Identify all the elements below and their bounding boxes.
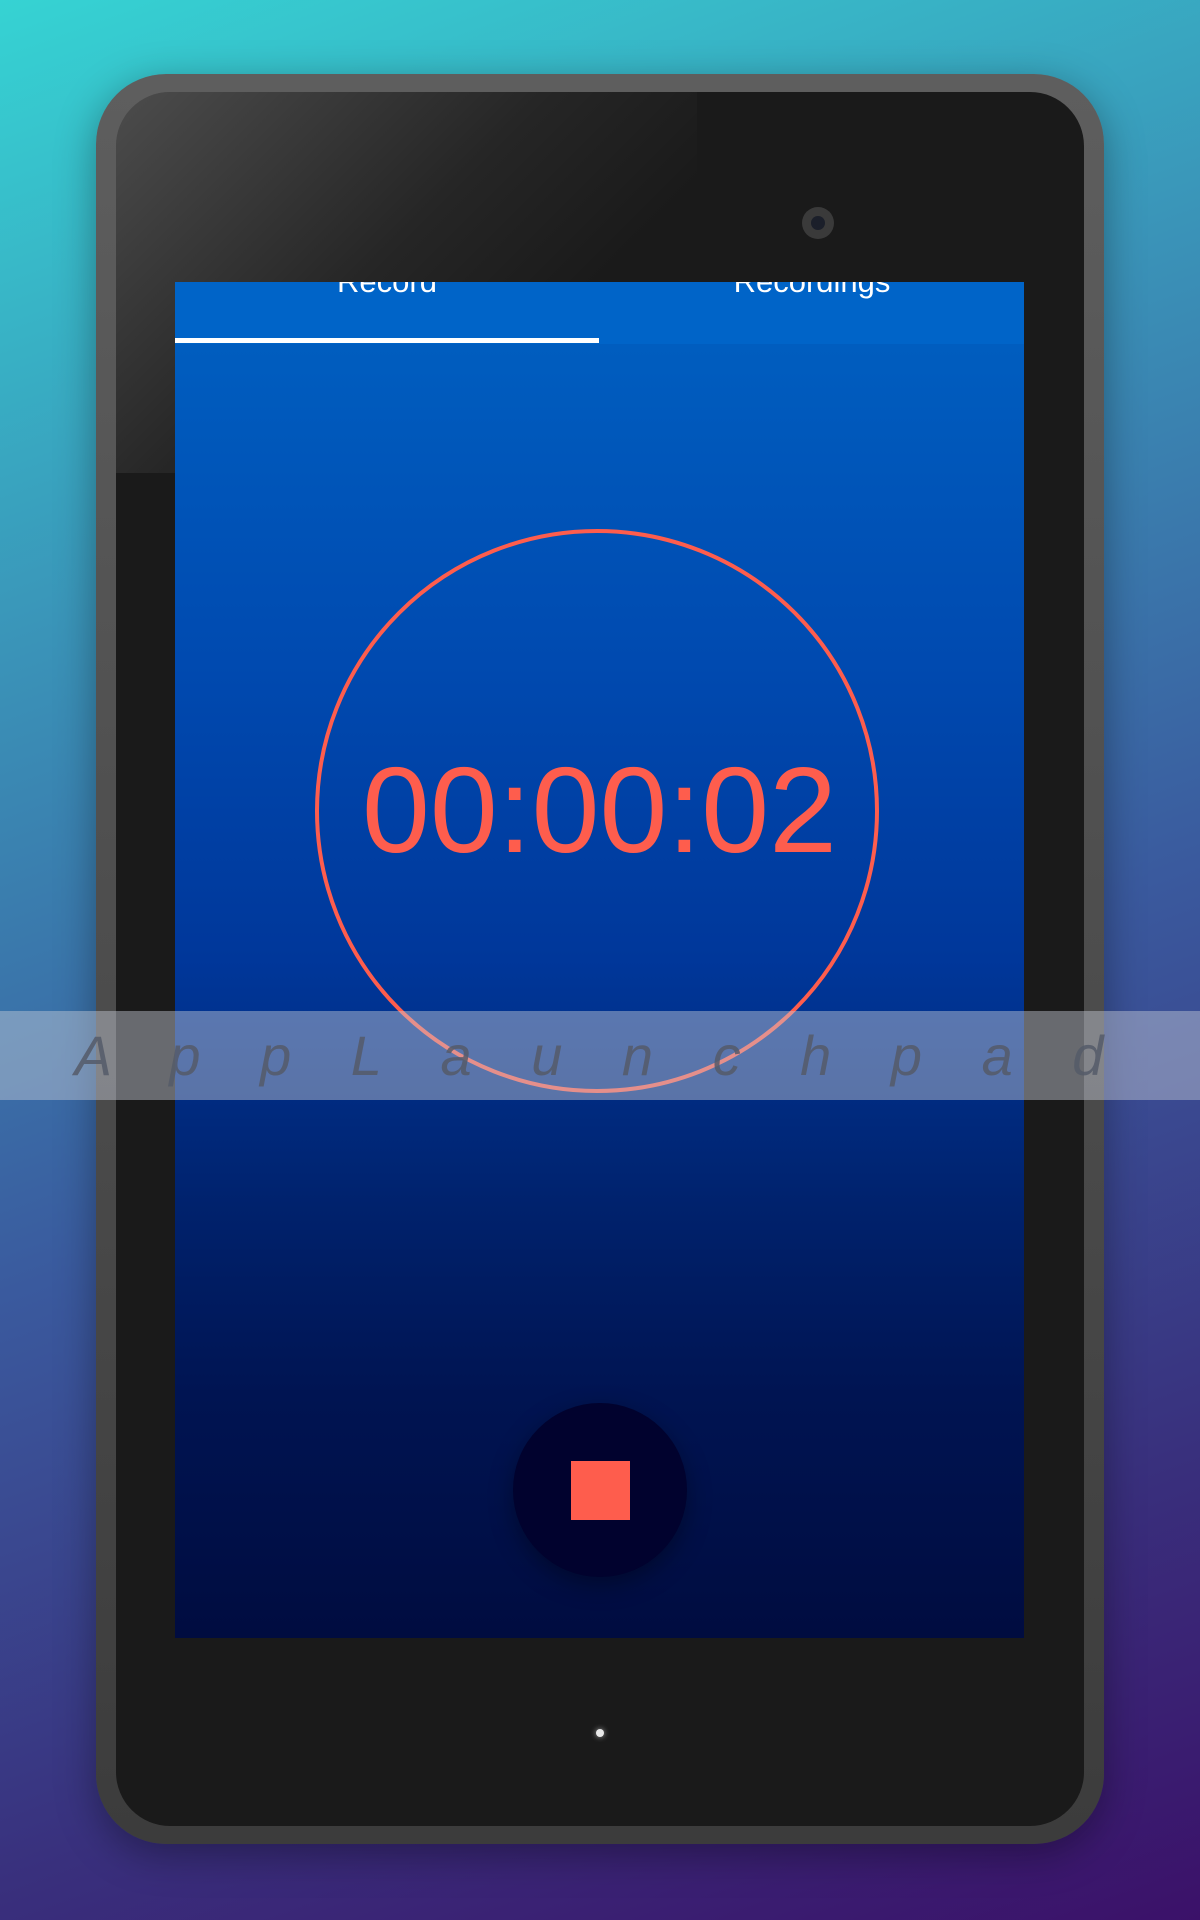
tab-record[interactable]: Record [175,282,599,344]
watermark-banner: A p p L a u n c h p a d [0,1011,1200,1100]
tab-record-label: Record [337,282,437,300]
tab-recordings[interactable]: Recordings [600,282,1024,344]
tab-recordings-label: Recordings [734,282,891,300]
app-screen: Record Recordings 00:00:02 [175,282,1024,1638]
tab-selected-indicator [175,338,599,343]
watermark-text: A p p L a u n c h p a d [74,1024,1126,1087]
stop-icon [570,1460,630,1520]
stop-recording-button[interactable] [513,1403,687,1577]
front-camera [802,207,834,239]
home-indicator-dot [596,1729,604,1737]
tab-bar: Record Recordings [175,282,1024,344]
timer-display: 00:00:02 [362,742,837,878]
